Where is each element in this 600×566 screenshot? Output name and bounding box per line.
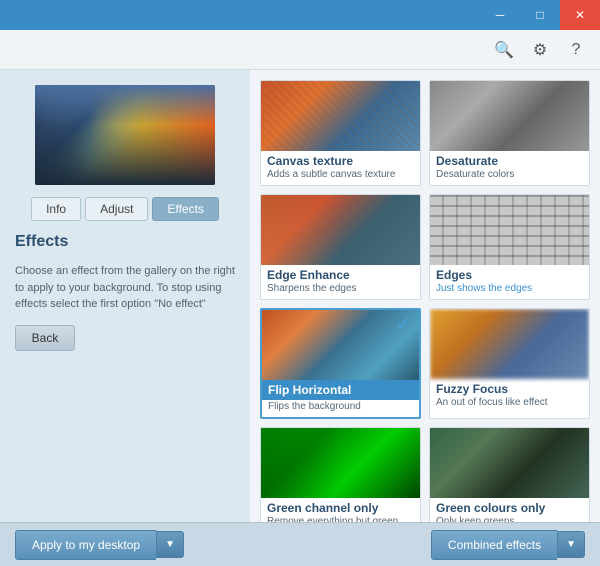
effect-thumb-edges	[430, 195, 589, 265]
effect-thumb-desaturate	[430, 81, 589, 151]
combined-dropdown-arrow[interactable]: ▼	[557, 531, 585, 558]
effect-desc-edges: Just shows the edges	[430, 282, 589, 299]
apply-btn-group: Apply to my desktop ▼	[15, 530, 184, 560]
effect-thumb-canvas	[261, 81, 420, 151]
effect-desc-green-channel: Remove everything but green	[261, 515, 420, 522]
toolbar: 🔍 ⚙ ?	[0, 30, 600, 70]
effects-grid: Canvas texture Adds a subtle canvas text…	[260, 80, 590, 522]
title-bar-buttons: ─ □ ✕	[480, 0, 600, 30]
section-description: Choose an effect from the gallery on the…	[15, 263, 235, 313]
title-bar: ─ □ ✕	[0, 0, 600, 30]
effect-green-channel[interactable]: Green channel only Remove everything but…	[260, 427, 421, 522]
effect-desc-canvas: Adds a subtle canvas texture	[261, 168, 420, 185]
effect-green-colours[interactable]: Green colours only Only keep greens	[429, 427, 590, 522]
effect-desc-desaturate: Desaturate colors	[430, 168, 589, 185]
preview-image	[35, 85, 215, 185]
apply-to-desktop-button[interactable]: Apply to my desktop	[15, 530, 156, 560]
effect-thumb-fuzzy	[430, 309, 589, 379]
back-button[interactable]: Back	[15, 325, 75, 351]
effect-label-canvas: Canvas texture	[261, 151, 420, 168]
effect-desaturate[interactable]: Desaturate Desaturate colors	[429, 80, 590, 186]
apply-dropdown-arrow[interactable]: ▼	[156, 531, 184, 558]
effect-desc-fuzzy: An out of focus like effect	[430, 396, 589, 413]
effect-fuzzy-focus[interactable]: Fuzzy Focus An out of focus like effect	[429, 308, 590, 419]
search-icon[interactable]: 🔍	[490, 36, 518, 64]
tab-info[interactable]: Info	[31, 197, 81, 221]
effect-label-green-channel: Green channel only	[261, 498, 420, 515]
left-panel: Info Adjust Effects Effects Choose an ef…	[0, 70, 250, 522]
effect-label-green-colours: Green colours only	[430, 498, 589, 515]
effect-canvas-texture[interactable]: Canvas texture Adds a subtle canvas text…	[260, 80, 421, 186]
tab-effects[interactable]: Effects	[152, 197, 218, 221]
tab-adjust[interactable]: Adjust	[85, 197, 148, 221]
effect-label-flip: Flip Horizontal	[262, 380, 419, 400]
help-icon[interactable]: ?	[562, 36, 590, 64]
combined-btn-group: Combined effects ▼	[431, 530, 585, 560]
right-panel[interactable]: Canvas texture Adds a subtle canvas text…	[250, 70, 600, 522]
minimize-button[interactable]: ─	[480, 0, 520, 30]
effect-desc-edge-enhance: Sharpens the edges	[261, 282, 420, 299]
tab-buttons: Info Adjust Effects	[15, 197, 235, 221]
effect-edge-enhance[interactable]: Edge Enhance Sharpens the edges	[260, 194, 421, 300]
effect-label-edge-enhance: Edge Enhance	[261, 265, 420, 282]
main-content: Info Adjust Effects Effects Choose an ef…	[0, 70, 600, 522]
effect-label-edges: Edges	[430, 265, 589, 282]
effect-thumb-flip	[262, 310, 419, 380]
effect-edges[interactable]: Edges Just shows the edges	[429, 194, 590, 300]
effect-label-desaturate: Desaturate	[430, 151, 589, 168]
effect-thumb-green-channel	[261, 428, 420, 498]
section-title: Effects	[15, 233, 235, 251]
effect-label-fuzzy: Fuzzy Focus	[430, 379, 589, 396]
effect-desc-green-colours: Only keep greens	[430, 515, 589, 522]
combined-effects-button[interactable]: Combined effects	[431, 530, 557, 560]
effect-thumb-green-colours	[430, 428, 589, 498]
effect-desc-flip: Flips the background	[262, 400, 419, 417]
settings-icon[interactable]: ⚙	[526, 36, 554, 64]
effect-thumb-edge-enhance	[261, 195, 420, 265]
effect-flip-horizontal[interactable]: Flip Horizontal Flips the background	[260, 308, 421, 419]
close-button[interactable]: ✕	[560, 0, 600, 30]
bottom-bar: Apply to my desktop ▼ Combined effects ▼	[0, 522, 600, 566]
maximize-button[interactable]: □	[520, 0, 560, 30]
